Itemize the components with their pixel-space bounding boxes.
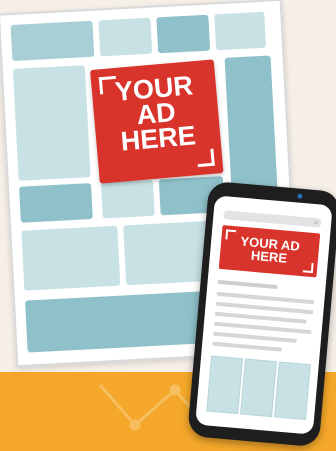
camera-icon [297,193,303,199]
phone-ad-headline: YOUR AD HERE [220,233,320,267]
layout-block [10,20,95,61]
text-line [212,331,297,343]
phone-mockup: ⌕ YOUR AD HERE [187,180,336,448]
layout-block [156,14,211,54]
content-tile [240,358,277,418]
frame-corner [196,148,215,168]
layout-block [100,179,155,219]
phone-ad-banner: YOUR AD HERE [218,225,321,278]
layout-block [21,225,121,291]
layout-block [12,65,91,181]
search-icon: ⌕ [313,219,319,227]
text-line [212,341,283,352]
text-line [217,279,278,290]
content-tile [206,355,244,415]
layout-block [98,17,153,57]
phone-screen: ⌕ YOUR AD HERE [195,195,333,435]
layout-block [214,11,267,51]
content-tile [274,361,311,421]
ad-placeholder-card: YOUR AD HERE [90,59,224,184]
text-line [214,311,307,324]
ad-headline: YOUR AD HERE [91,70,221,157]
layout-block [19,183,93,223]
search-bar: ⌕ [223,210,322,228]
